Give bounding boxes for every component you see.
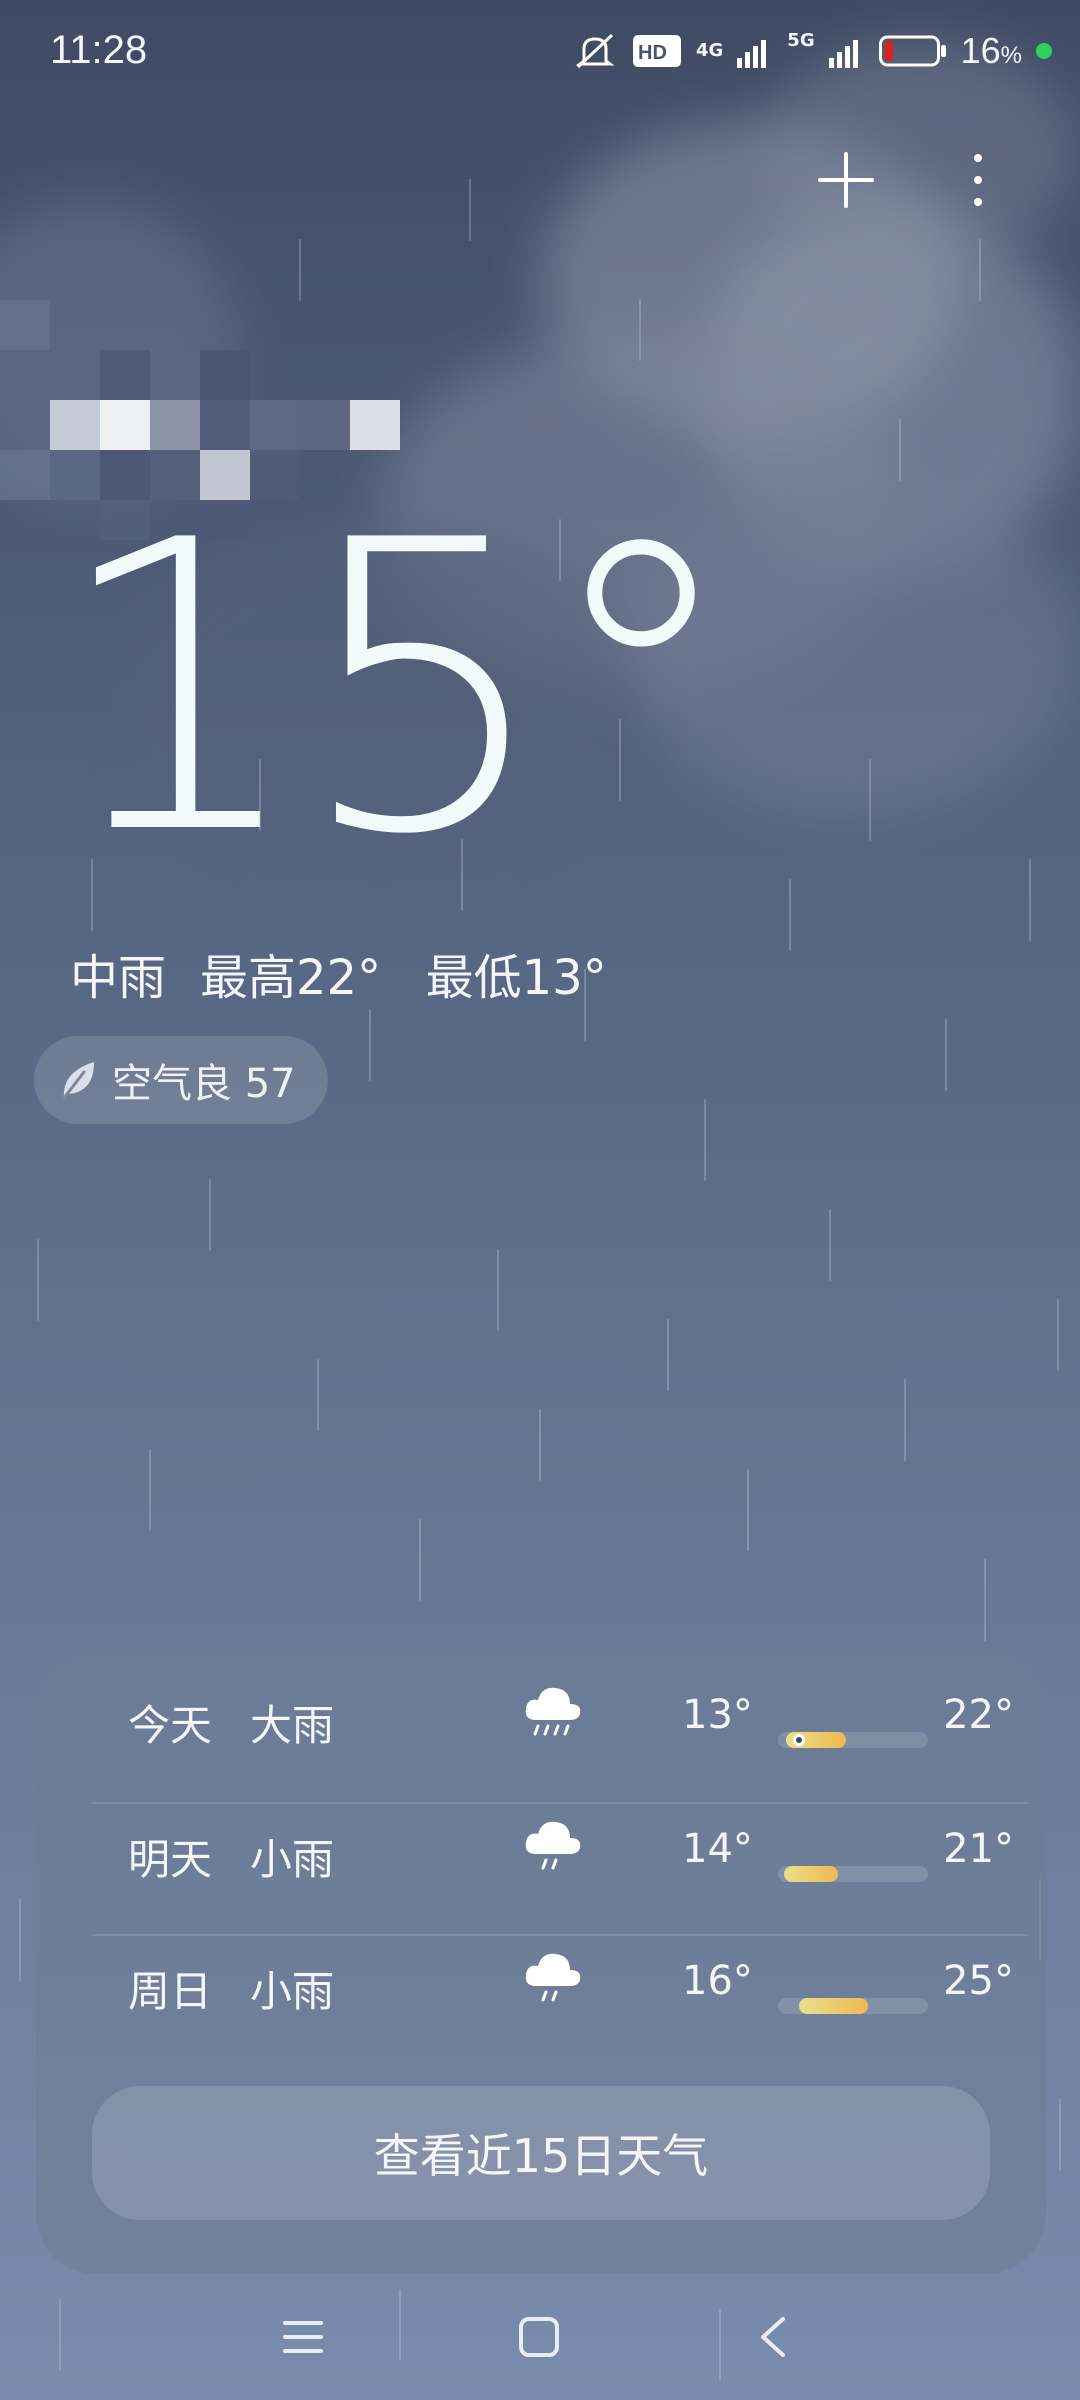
current-condition-line: 中雨 最高22° 最低13° xyxy=(70,938,607,1008)
plus-icon xyxy=(818,152,874,208)
silent-mode-icon xyxy=(575,33,615,69)
temp-range-bar xyxy=(778,1866,928,1882)
back-button[interactable] xyxy=(738,2302,808,2372)
temp-range-fill xyxy=(799,1998,868,2014)
forecast-low: 16° xyxy=(682,1958,753,2004)
more-vertical-icon xyxy=(974,154,982,206)
forecast-high: 25° xyxy=(943,1958,1014,2004)
forecast-condition: 大雨 xyxy=(250,1701,335,1750)
leaf-icon xyxy=(62,1062,94,1100)
forecast-row-today[interactable]: 今天 大雨 13° 22° xyxy=(92,1652,1028,1782)
signal-icon-1 xyxy=(737,40,767,68)
home-button[interactable] xyxy=(504,2302,574,2372)
forecast-card: 今天 大雨 13° 22° 明天 小雨 14° 21° 周日 小雨 16° 25… xyxy=(36,1652,1046,2274)
today-high: 最高22° xyxy=(200,950,382,1006)
air-quality-pill[interactable]: 空气良 57 xyxy=(34,1036,328,1124)
add-city-button[interactable] xyxy=(806,140,886,220)
forecast-day: 周日 xyxy=(128,1967,213,2016)
network-5g-label: 5G xyxy=(787,30,815,51)
battery-icon xyxy=(878,35,946,67)
light-rain-icon xyxy=(525,1953,581,2002)
forecast-row-sunday[interactable]: 周日 小雨 16° 25° xyxy=(92,1918,1028,2048)
forecast-low: 13° xyxy=(682,1692,753,1738)
view-15-day-forecast-button[interactable]: 查看近15日天气 xyxy=(92,2086,990,2220)
network-4g-label: 4G xyxy=(695,40,724,61)
forecast-day: 明天 xyxy=(128,1835,213,1884)
hd-icon: HD xyxy=(632,35,681,67)
forecast-row-tomorrow[interactable]: 明天 小雨 14° 21° xyxy=(92,1786,1028,1916)
temp-range-bar xyxy=(778,1998,928,2014)
privacy-indicator-dot xyxy=(1036,43,1052,59)
today-low: 最低13° xyxy=(425,950,607,1006)
status-bar: 11:28 HD 4G 5G 16% xyxy=(0,0,1080,110)
signal-icon-2 xyxy=(828,40,858,68)
current-temp-marker xyxy=(793,1734,805,1746)
forecast-condition: 小雨 xyxy=(250,1967,335,2016)
status-icons: HD 4G 5G 16% xyxy=(572,30,1052,72)
heavy-rain-icon xyxy=(525,1687,581,1736)
navigation-bar xyxy=(0,2270,1080,2400)
temp-range-bar xyxy=(778,1732,928,1748)
forecast-day: 今天 xyxy=(128,1701,213,1750)
network-4g: 4G xyxy=(696,42,723,60)
menu-lines-icon xyxy=(283,2321,323,2353)
back-chevron-icon xyxy=(761,2317,785,2357)
current-condition: 中雨 xyxy=(70,950,167,1006)
light-rain-icon xyxy=(525,1821,581,1870)
more-menu-button[interactable] xyxy=(938,140,1018,220)
battery-percent: 16% xyxy=(960,30,1022,71)
forecast-condition: 小雨 xyxy=(250,1835,335,1884)
forecast-low: 14° xyxy=(682,1826,753,1872)
recent-apps-button[interactable] xyxy=(268,2302,338,2372)
status-time: 11:28 xyxy=(50,28,148,72)
air-quality-text: 空气良 57 xyxy=(112,1061,296,1107)
home-square-icon xyxy=(519,2317,559,2357)
temp-range-fill xyxy=(784,1866,838,1882)
hd-label: HD xyxy=(638,42,667,64)
current-high-low: 最高22° 最低13° xyxy=(200,938,607,1008)
current-temperature: 15° xyxy=(52,457,741,922)
forecast-high: 21° xyxy=(943,1826,1014,1872)
forecast-high: 22° xyxy=(943,1692,1014,1738)
